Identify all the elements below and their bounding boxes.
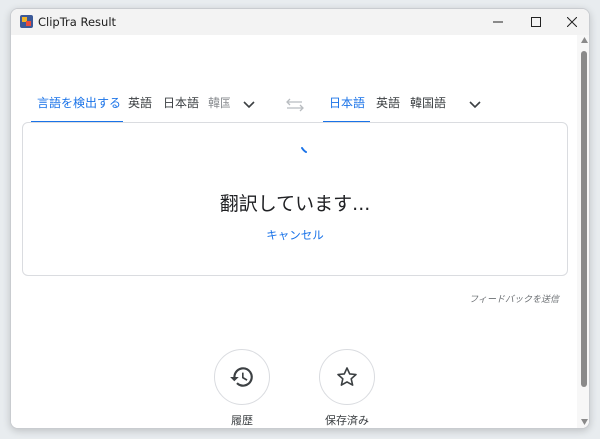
saved-label: 保存済み [325,414,369,427]
scroll-up-arrow-icon[interactable] [581,37,588,43]
translation-panel: 言語を検出する 英語 日本語 韓国 日本語 英語 韓国語 翻訳しています... … [11,35,577,428]
tab-target-korean[interactable]: 韓国語 [410,95,446,123]
minimize-button[interactable] [481,9,515,35]
app-icon [20,15,33,28]
tab-target-english[interactable]: 英語 [376,95,400,123]
saved-button[interactable] [319,349,375,405]
tab-source-english[interactable]: 英語 [128,95,152,123]
maximize-button[interactable] [519,9,553,35]
tab-detect-language[interactable]: 言語を検出する [37,95,121,123]
scrollbar-thumb[interactable] [581,51,587,387]
chevron-down-icon[interactable] [241,97,257,113]
star-icon [337,367,357,386]
scroll-down-arrow-icon[interactable] [581,419,588,425]
close-icon [567,17,577,27]
maximize-icon [531,17,541,27]
history-icon [230,367,253,387]
result-card: 翻訳しています... キャンセル [22,122,568,276]
app-window: ClipTra Result 言語を検出する 英語 日本語 韓国 日本語 英語 … [10,8,590,429]
chevron-down-icon[interactable] [467,97,483,113]
swap-languages-icon[interactable] [286,97,304,113]
loading-spinner-icon [301,147,307,153]
history-label: 履歴 [231,414,253,427]
vertical-scrollbar[interactable] [577,35,589,428]
tab-source-japanese[interactable]: 日本語 [163,95,199,123]
minimize-icon [493,21,503,23]
send-feedback-link[interactable]: フィードバックを送信 [469,292,559,305]
translating-status: 翻訳しています... [219,193,371,215]
close-button[interactable] [555,9,589,35]
window-title: ClipTra Result [38,15,117,29]
history-button[interactable] [214,349,270,405]
cancel-button[interactable]: キャンセル [23,227,567,243]
tab-target-japanese[interactable]: 日本語 [329,95,365,123]
tab-source-korean[interactable]: 韓国 [208,95,230,123]
title-bar[interactable]: ClipTra Result [11,9,589,35]
